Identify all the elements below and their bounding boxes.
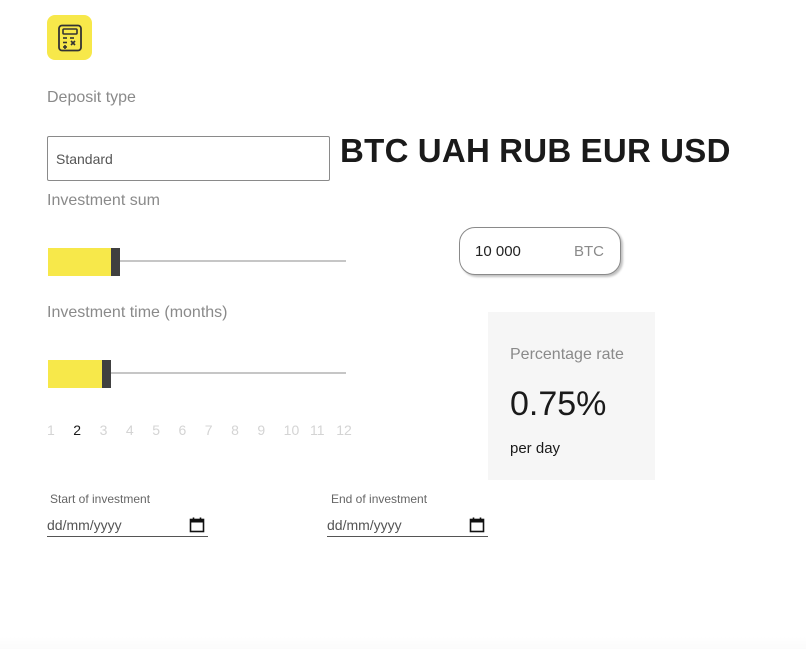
currency-selector: BTC UAH RUB EUR USD <box>340 132 731 170</box>
slider-fill <box>48 248 111 276</box>
slider-fill <box>48 360 102 388</box>
investment-sum-slider[interactable] <box>48 248 346 276</box>
month-tick[interactable]: 7 <box>205 422 231 438</box>
month-tick[interactable]: 5 <box>152 422 178 438</box>
end-date-label: End of investment <box>331 492 428 506</box>
slider-thumb[interactable] <box>102 360 111 388</box>
month-tick[interactable]: 4 <box>126 422 152 438</box>
month-tick[interactable]: 10 <box>284 422 310 438</box>
currency-rub[interactable]: RUB <box>499 132 571 170</box>
calculator-icon <box>57 24 82 51</box>
start-date-input[interactable]: dd/mm/yyyy <box>47 513 208 537</box>
month-tick[interactable]: 3 <box>100 422 126 438</box>
currency-uah[interactable]: UAH <box>418 132 490 170</box>
end-date-placeholder: dd/mm/yyyy <box>327 516 402 533</box>
deposit-type-label: Deposit type <box>47 89 136 106</box>
rate-card: Percentage rate 0.75% per day <box>488 312 655 480</box>
month-scale: 1 2 3 4 5 6 7 8 9 10 11 12 <box>47 422 363 438</box>
currency-btc[interactable]: BTC <box>340 132 409 170</box>
investment-amount-value: 10 000 <box>475 242 521 260</box>
footer-shadow <box>0 636 806 649</box>
investment-time-label: Investment time (months) <box>47 304 228 321</box>
rate-unit: per day <box>510 440 561 457</box>
month-tick[interactable]: 11 <box>310 422 336 438</box>
investment-sum-label: Investment sum <box>47 192 160 209</box>
calendar-icon[interactable] <box>189 517 205 533</box>
month-tick[interactable]: 2 <box>73 422 99 438</box>
investment-amount-unit: BTC <box>574 242 604 260</box>
month-tick[interactable]: 1 <box>47 422 73 438</box>
deposit-type-value: Standard <box>56 150 113 167</box>
start-date-placeholder: dd/mm/yyyy <box>47 516 122 533</box>
start-date-label: Start of investment <box>50 492 151 506</box>
rate-value: 0.75% <box>510 385 607 423</box>
calendar-icon[interactable] <box>469 517 485 533</box>
calculator-logo <box>47 15 92 60</box>
end-date-input[interactable]: dd/mm/yyyy <box>327 513 488 537</box>
month-tick[interactable]: 9 <box>257 422 283 438</box>
currency-usd[interactable]: USD <box>660 132 731 170</box>
month-tick[interactable]: 12 <box>336 422 362 438</box>
month-tick[interactable]: 6 <box>178 422 204 438</box>
investment-amount-field[interactable]: 10 000 BTC <box>459 227 621 275</box>
month-tick[interactable]: 8 <box>231 422 257 438</box>
currency-eur[interactable]: EUR <box>581 132 652 170</box>
rate-label: Percentage rate <box>510 346 624 363</box>
investment-time-slider[interactable] <box>48 360 346 388</box>
deposit-type-field[interactable]: Standard <box>47 136 330 181</box>
slider-thumb[interactable] <box>111 248 120 276</box>
